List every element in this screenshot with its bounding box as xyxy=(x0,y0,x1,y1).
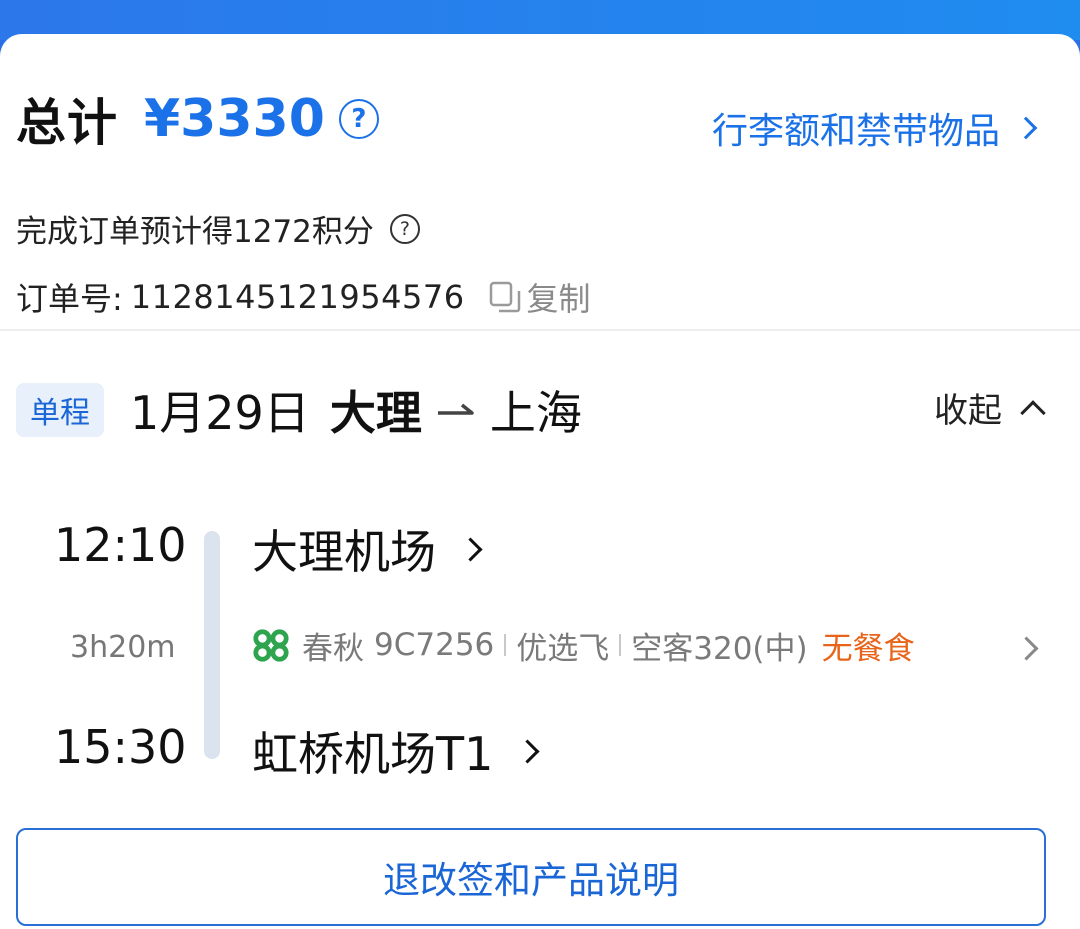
refund-change-policy-button[interactable]: 退改签和产品说明 xyxy=(16,828,1046,926)
order-card: 总计 ¥3330 ? 行李额和禁带物品 完成订单预计得1272积分 ? 订单号:… xyxy=(0,34,1080,929)
aircraft-type: 空客320(中) xyxy=(631,630,808,667)
info-separator xyxy=(619,634,622,656)
timeline-bar xyxy=(204,531,220,759)
price-help-icon[interactable]: ? xyxy=(338,99,379,139)
chevron-right-icon[interactable] xyxy=(1014,636,1039,661)
copy-button[interactable]: 复制 xyxy=(489,274,591,320)
info-separator xyxy=(504,634,507,656)
chevron-up-icon xyxy=(1020,399,1046,426)
trip-type-badge: 单程 xyxy=(16,383,104,437)
meal-info: 无餐食 xyxy=(821,630,915,667)
spring-airlines-logo-icon xyxy=(253,629,289,662)
trip-to-city: 上海 xyxy=(489,386,582,440)
copy-icon xyxy=(489,281,520,313)
arrival-airport[interactable]: 虹桥机场T1 xyxy=(252,718,540,784)
arrival-airport-name: 虹桥机场T1 xyxy=(252,727,494,781)
baggage-link-label: 行李额和禁带物品 xyxy=(711,111,1000,152)
order-number: 1128145121954576 xyxy=(130,278,465,316)
departure-airport-name: 大理机场 xyxy=(252,525,436,579)
section-divider xyxy=(0,329,1080,331)
flight-duration: 3h20m xyxy=(70,630,176,665)
baggage-link[interactable]: 行李额和禁带物品 xyxy=(711,102,1038,154)
order-number-row: 订单号: 1128145121954576 复制 xyxy=(16,274,591,320)
order-number-label: 订单号: xyxy=(16,280,123,318)
trip-date: 1月29日 xyxy=(130,386,310,440)
points-help-icon[interactable]: ? xyxy=(389,213,420,244)
departure-airport[interactable]: 大理机场 xyxy=(252,516,483,582)
flight-timeline: 12:10 3h20m 15:30 大理机场 春秋 9C7256 优选飞 空客3… xyxy=(0,484,1080,784)
copy-label: 复制 xyxy=(526,280,591,318)
collapse-label: 收起 xyxy=(934,391,1002,431)
right-arrow-icon xyxy=(437,403,474,415)
service-tag: 优选飞 xyxy=(516,630,610,667)
departure-time: 12:10 xyxy=(54,518,187,572)
flight-info[interactable]: 春秋 9C7256 优选飞 空客320(中) 无餐食 xyxy=(252,622,915,668)
points-row: 完成订单预计得1272积分 ? xyxy=(16,206,420,251)
total-row: 总计 ¥3330 ? xyxy=(16,84,379,154)
trip-header: 单程 1月29日 大理 上海 收起 xyxy=(16,377,1056,457)
airline-name: 春秋 xyxy=(302,630,364,667)
points-text: 完成订单预计得1272积分 xyxy=(16,214,374,250)
chevron-right-icon xyxy=(458,536,483,562)
total-label: 总计 xyxy=(16,94,118,152)
chevron-right-icon xyxy=(1014,116,1038,140)
trip-from-city: 大理 xyxy=(329,386,422,440)
collapse-button[interactable]: 收起 xyxy=(934,383,1046,432)
chevron-right-icon xyxy=(515,738,540,764)
flight-number: 9C7256 xyxy=(374,627,495,663)
total-price: ¥3330 xyxy=(144,89,325,149)
arrival-time: 15:30 xyxy=(54,720,187,774)
trip-title: 1月29日 大理 上海 xyxy=(130,377,582,443)
